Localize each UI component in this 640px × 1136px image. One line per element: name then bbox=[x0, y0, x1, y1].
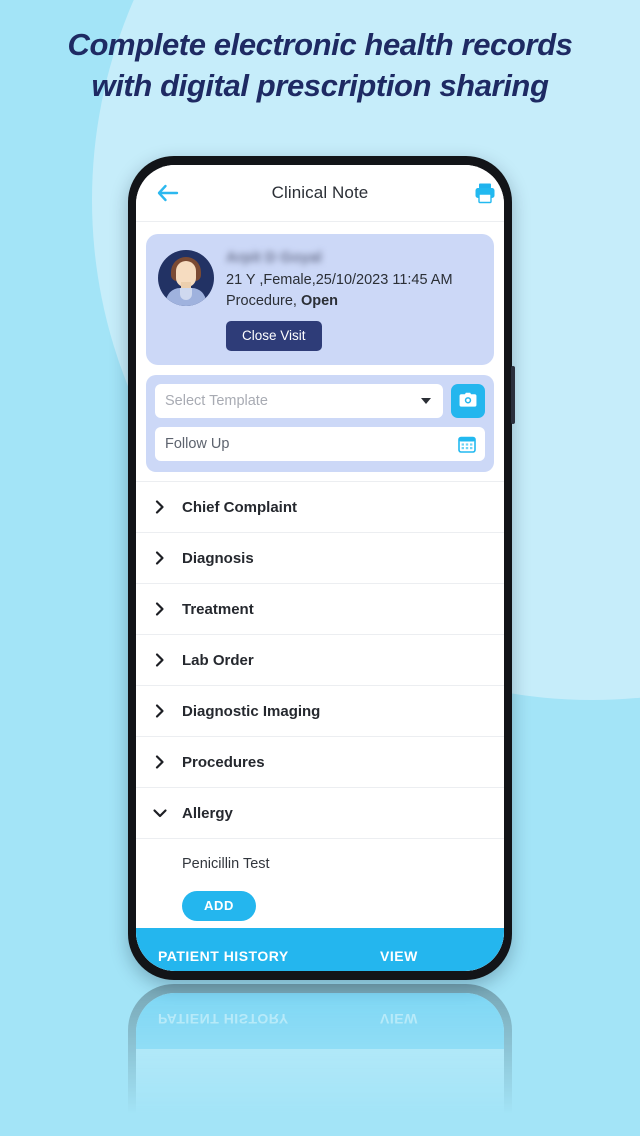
headline-line-2: with digital prescription sharing bbox=[91, 68, 549, 103]
template-panel: Select Template Follow Up bbox=[146, 375, 494, 472]
page-title: Clinical Note bbox=[271, 183, 369, 202]
status-badge: Open bbox=[300, 293, 339, 309]
phone-reflection: PATIENT HISTORY VIEW bbox=[128, 984, 512, 1114]
chevron-right-icon bbox=[152, 550, 168, 566]
select-template-dropdown[interactable]: Select Template bbox=[155, 384, 443, 418]
page-headline: Complete electronic health records with … bbox=[0, 24, 640, 106]
reflection-left-label: PATIENT HISTORY bbox=[158, 1011, 289, 1027]
section-row-chief-complaint[interactable]: Chief Complaint bbox=[136, 481, 504, 532]
section-label: Diagnosis bbox=[182, 549, 254, 567]
follow-up-label: Follow Up bbox=[165, 436, 230, 452]
section-row-procedures[interactable]: Procedures bbox=[136, 736, 504, 787]
headline-line-1: Complete electronic health records bbox=[67, 27, 573, 62]
add-button[interactable]: ADD bbox=[182, 891, 256, 921]
phone-mockup: Clinical Note Arpit D Goyal 21 Y ,Female… bbox=[128, 156, 515, 980]
patient-card: Arpit D Goyal 21 Y ,Female,25/10/2023 11… bbox=[146, 234, 494, 365]
phone-power-button[interactable] bbox=[511, 366, 515, 424]
patient-info: Arpit D Goyal 21 Y ,Female,25/10/2023 11… bbox=[226, 246, 482, 351]
section-row-allergy[interactable]: Allergy bbox=[136, 787, 504, 838]
allergy-item-label: Penicillin Test bbox=[182, 856, 270, 872]
section-row-treatment[interactable]: Treatment bbox=[136, 583, 504, 634]
section-label: Chief Complaint bbox=[182, 498, 297, 516]
calendar-icon[interactable] bbox=[458, 435, 476, 453]
view-button[interactable]: VIEW bbox=[380, 948, 418, 964]
arrow-left-icon[interactable] bbox=[156, 183, 180, 203]
select-template-placeholder: Select Template bbox=[165, 393, 268, 409]
template-row: Select Template bbox=[155, 384, 485, 418]
reflection-right-label: VIEW bbox=[380, 1011, 418, 1027]
section-label: Treatment bbox=[182, 600, 254, 618]
phone-screen: Clinical Note Arpit D Goyal 21 Y ,Female… bbox=[136, 165, 504, 971]
close-visit-button[interactable]: Close Visit bbox=[226, 321, 322, 351]
chevron-down-icon bbox=[421, 398, 431, 404]
follow-up-row: Follow Up bbox=[155, 427, 485, 461]
bottom-action-bar: PATIENT HISTORY VIEW bbox=[136, 928, 504, 971]
promo-page: Complete electronic health records with … bbox=[0, 0, 640, 1136]
chevron-right-icon bbox=[152, 754, 168, 770]
chevron-right-icon bbox=[152, 601, 168, 617]
patient-meta: 21 Y ,Female,25/10/2023 11:45 AM bbox=[226, 272, 453, 288]
chevron-right-icon bbox=[152, 703, 168, 719]
printer-icon[interactable] bbox=[474, 182, 496, 204]
patient-status: Procedure, Open bbox=[226, 291, 482, 312]
clinical-sections-list: Chief Complaint Diagnosis Treatment Lab … bbox=[136, 481, 504, 921]
chevron-right-icon bbox=[152, 652, 168, 668]
patient-status-prefix: Procedure, bbox=[226, 293, 301, 309]
camera-icon bbox=[458, 392, 478, 411]
app-body: Arpit D Goyal 21 Y ,Female,25/10/2023 11… bbox=[136, 234, 504, 971]
add-button-wrap: ADD bbox=[136, 889, 504, 921]
section-label: Diagnostic Imaging bbox=[182, 702, 321, 720]
chevron-down-icon bbox=[152, 805, 168, 821]
patient-name: Arpit D Goyal bbox=[226, 249, 322, 266]
section-row-lab-order[interactable]: Lab Order bbox=[136, 634, 504, 685]
follow-up-field[interactable]: Follow Up bbox=[155, 427, 485, 461]
allergy-item-row[interactable]: Penicillin Test bbox=[136, 838, 504, 889]
patient-history-button[interactable]: PATIENT HISTORY bbox=[158, 948, 289, 964]
app-header: Clinical Note bbox=[136, 165, 504, 222]
camera-button[interactable] bbox=[451, 384, 485, 418]
section-label: Procedures bbox=[182, 753, 265, 771]
section-row-diagnosis[interactable]: Diagnosis bbox=[136, 532, 504, 583]
avatar bbox=[158, 250, 214, 306]
chevron-right-icon bbox=[152, 499, 168, 515]
section-label: Lab Order bbox=[182, 651, 254, 669]
section-row-diagnostic-imaging[interactable]: Diagnostic Imaging bbox=[136, 685, 504, 736]
section-label: Allergy bbox=[182, 804, 233, 822]
